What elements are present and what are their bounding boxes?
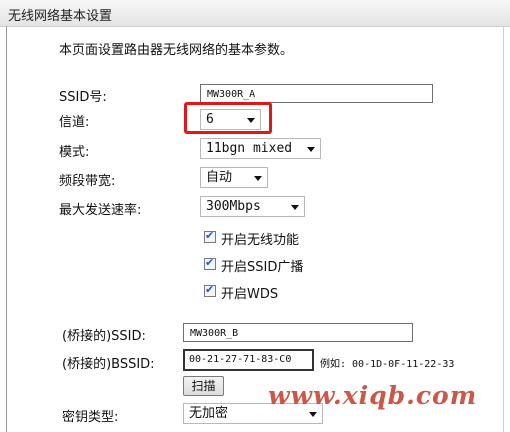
ssid-input[interactable]: MW300R_A bbox=[200, 84, 433, 103]
frame-border-left bbox=[6, 26, 7, 432]
channel-label: 信道: bbox=[59, 115, 90, 130]
mode-label: 模式: bbox=[59, 145, 90, 160]
bridged-bssid-input[interactable]: 00-21-27-71-83-C0 bbox=[183, 349, 314, 371]
bandwidth-label: 频段带宽: bbox=[59, 174, 116, 189]
enable-wds-label: 开启WDS bbox=[221, 287, 279, 302]
key-type-value: 无加密 bbox=[189, 406, 229, 421]
enable-wds-checkbox[interactable]: ✔ bbox=[204, 283, 216, 297]
site-watermark: www.xiqb.com bbox=[268, 381, 478, 410]
enable-wireless-label: 开启无线功能 bbox=[221, 233, 300, 248]
page-title: 无线网络基本设置 bbox=[8, 9, 113, 24]
bridged-ssid-input[interactable]: MW300R_B bbox=[183, 323, 413, 342]
mode-select[interactable]: 11bgn mixed bbox=[200, 138, 321, 159]
scan-button[interactable]: 扫描 bbox=[183, 376, 224, 396]
max-rate-label: 最大发送速率: bbox=[59, 203, 142, 218]
channel-highlight-box bbox=[184, 102, 272, 134]
bridged-ssid-label: (桥接的)SSID: bbox=[62, 329, 146, 344]
enable-ssid-broadcast-checkbox[interactable]: ✔ bbox=[204, 256, 216, 270]
chevron-down-icon bbox=[307, 147, 315, 152]
mode-value: 11bgn mixed bbox=[206, 141, 293, 156]
bandwidth-value: 自动 bbox=[206, 170, 233, 185]
chevron-down-icon bbox=[309, 412, 317, 417]
enable-ssid-broadcast-label: 开启SSID广播 bbox=[221, 260, 304, 275]
bandwidth-select[interactable]: 自动 bbox=[200, 167, 268, 188]
bssid-example-text: 例如: 00-1D-0F-11-22-33 bbox=[320, 359, 455, 370]
enable-wireless-checkbox[interactable]: ✔ bbox=[204, 229, 216, 243]
bridged-bssid-label: (桥接的)BSSID: bbox=[62, 357, 155, 372]
ssid-label: SSID号: bbox=[59, 90, 107, 105]
checkmark-icon: ✔ bbox=[205, 283, 215, 296]
checkmark-icon: ✔ bbox=[205, 256, 215, 269]
max-rate-value: 300Mbps bbox=[206, 199, 261, 214]
key-type-label: 密钥类型: bbox=[62, 410, 119, 425]
intro-text: 本页面设置路由器无线网络的基本参数。 bbox=[59, 43, 294, 58]
page-header: 无线网络基本设置 bbox=[0, 0, 510, 27]
checkmark-icon: ✔ bbox=[205, 229, 215, 242]
max-rate-select[interactable]: 300Mbps bbox=[200, 196, 305, 217]
frame-border-right bbox=[503, 26, 504, 432]
chevron-down-icon bbox=[291, 205, 299, 210]
chevron-down-icon bbox=[254, 176, 262, 181]
